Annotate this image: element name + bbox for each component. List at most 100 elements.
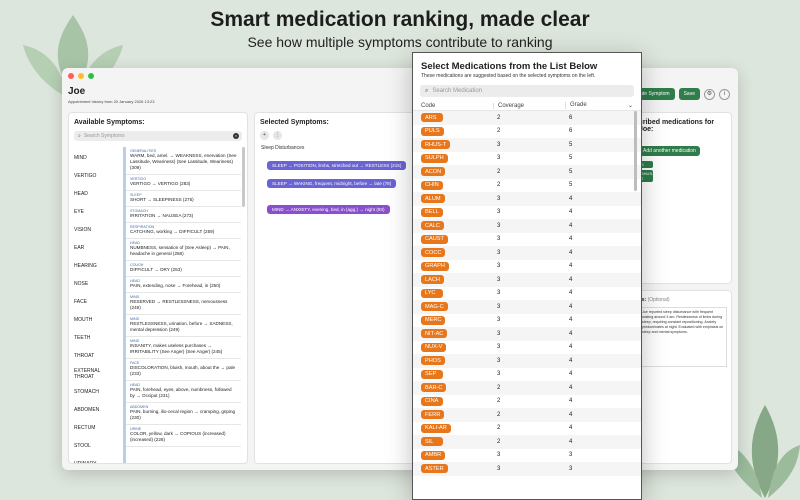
category-item[interactable]: NOSE — [69, 275, 115, 293]
medication-code[interactable]: PHOS — [421, 356, 445, 366]
gear-icon[interactable]: ⚙ — [704, 88, 715, 100]
table-row[interactable]: SEP 3 4 — [413, 368, 641, 382]
medication-code[interactable]: SIL — [421, 437, 443, 447]
medication-code[interactable]: PULS — [421, 126, 444, 136]
medication-code[interactable]: CINA — [421, 396, 443, 406]
column-code-header[interactable]: Code — [421, 103, 493, 109]
medication-code[interactable]: NUX-V — [421, 342, 447, 352]
rubric-item[interactable]: MIND INSANITY, makes useless purchases → … — [126, 337, 241, 359]
medication-code[interactable]: LYC — [421, 288, 443, 298]
category-item[interactable]: EAR — [69, 239, 115, 257]
rubric-scrollbar[interactable] — [242, 147, 245, 207]
table-row[interactable]: CINA 2 4 — [413, 395, 641, 409]
table-row[interactable]: KALI-AR 2 4 — [413, 422, 641, 436]
table-row[interactable]: GRAPH 3 4 — [413, 260, 641, 274]
medication-code[interactable]: FERR — [421, 410, 445, 420]
table-row[interactable]: SULPH 3 5 — [413, 152, 641, 166]
table-row[interactable]: BAR-C 2 4 — [413, 381, 641, 395]
table-row[interactable]: BELL 3 4 — [413, 206, 641, 220]
medication-code[interactable]: BAR-C — [421, 383, 447, 393]
table-row[interactable]: ACON 2 5 — [413, 165, 641, 179]
clear-search-icon[interactable]: × — [233, 133, 239, 139]
rubric-item[interactable]: STOMACH IRRITATION → NAUSEA (273) — [126, 207, 241, 223]
rubric-item[interactable]: MIND RESTLESSNESS, urination, before → SA… — [126, 315, 241, 337]
medication-code[interactable]: AMBR — [421, 450, 446, 460]
save-button[interactable]: Save — [678, 88, 700, 100]
category-item[interactable]: TEETH — [69, 329, 115, 347]
medication-code[interactable]: RHUS-T — [421, 140, 451, 150]
category-item[interactable]: EYE — [69, 203, 115, 221]
category-item[interactable]: MIND — [69, 149, 115, 167]
table-row[interactable]: NIT-AC 3 4 — [413, 327, 641, 341]
back-button[interactable]: ‹ — [90, 70, 93, 80]
table-row[interactable]: MERC 3 4 — [413, 314, 641, 328]
info-icon[interactable]: i — [719, 88, 730, 100]
table-row[interactable]: PHOS 3 4 — [413, 354, 641, 368]
category-item[interactable]: HEARING — [69, 257, 115, 275]
category-item[interactable]: VERTIGO — [69, 167, 115, 185]
medication-code[interactable]: SEP — [421, 369, 443, 379]
column-coverage-header[interactable]: Coverage — [493, 102, 565, 109]
table-row[interactable]: LACH 3 4 — [413, 273, 641, 287]
column-grade-header[interactable]: Grade ⌄ — [565, 102, 633, 109]
notes-textarea[interactable]: Joe reported sleep disturbance with freq… — [639, 307, 727, 367]
table-row[interactable]: CAUST 3 4 — [413, 233, 641, 247]
medication-scrollbar[interactable] — [634, 111, 637, 191]
table-row[interactable]: PULS 2 6 — [413, 125, 641, 139]
medication-code[interactable]: KALI-AR — [421, 423, 451, 433]
medication-code[interactable]: ASTER — [421, 464, 448, 474]
medication-code[interactable]: ALUM — [421, 194, 445, 204]
category-item[interactable]: FACE — [69, 293, 115, 311]
category-item[interactable]: RECTUM — [69, 419, 115, 437]
chevron-down-icon[interactable]: ⌄ — [628, 102, 633, 109]
category-item[interactable]: URINARY — [69, 455, 115, 463]
selected-symptom-chip[interactable]: SLEEP → POSITION, limbs, stretched out →… — [267, 161, 407, 170]
rubric-item[interactable]: MIND RESERVED → RESTLESSNESS, nervousness… — [126, 293, 241, 315]
rubric-item[interactable]: HEAD PAIN, forehead, eyes, above, numbnes… — [126, 381, 241, 403]
medication-code[interactable]: CAUST — [421, 234, 448, 244]
group-icon[interactable]: ⋮ — [273, 131, 282, 140]
rubric-item[interactable]: FACE DISCOLORATION, bluish, mouth, about … — [126, 359, 241, 381]
table-row[interactable]: AMBR 3 3 — [413, 449, 641, 463]
symptom-search-input[interactable]: ⌕ Search Symptoms × — [74, 131, 242, 141]
medication-code[interactable]: LACH — [421, 275, 444, 285]
table-row[interactable]: ALUM 3 4 — [413, 192, 641, 206]
rubric-item[interactable]: COUGH DIFFICULT → DRY (253) — [126, 261, 241, 277]
table-row[interactable]: LYC 3 4 — [413, 287, 641, 301]
medication-code[interactable]: BELL — [421, 207, 443, 217]
table-row[interactable]: SIL 2 4 — [413, 435, 641, 449]
rubric-item[interactable]: URINE COLOR, yellow, dark → COPIOUS (incr… — [126, 425, 241, 447]
category-item[interactable]: EXTERNAL THROAT — [69, 365, 115, 383]
rubric-item[interactable]: RESPIRATION CATCHING, working → DIFFICULT… — [126, 223, 241, 239]
medication-code[interactable]: MERC — [421, 315, 446, 325]
rubric-item[interactable]: SLEEP SHORT → SLEEPINESS (275) — [126, 191, 241, 207]
medication-code[interactable]: COCC — [421, 248, 446, 258]
medication-code[interactable]: MAG-C — [421, 302, 448, 312]
medication-code[interactable]: CALC — [421, 221, 444, 231]
category-item[interactable]: VISION — [69, 221, 115, 239]
table-row[interactable]: ARS 2 6 — [413, 111, 641, 125]
rubric-item[interactable]: ABDOMEN PAIN, burning, ilio-cecal region … — [126, 403, 241, 425]
rubric-item[interactable]: VERTIGO VERTIGO → VERTIGO (283) — [126, 175, 241, 191]
close-window-button[interactable] — [68, 73, 74, 79]
table-row[interactable]: RHUS-T 3 5 — [413, 138, 641, 152]
table-row[interactable]: NUX-V 3 4 — [413, 341, 641, 355]
table-row[interactable]: CHIN 2 5 — [413, 179, 641, 193]
medication-code[interactable]: SULPH — [421, 153, 448, 163]
minimize-window-button[interactable] — [78, 73, 84, 79]
rubric-item[interactable]: HEAD PAIN, extending, nose → Forehead, in… — [126, 277, 241, 293]
plus-icon[interactable]: + — [260, 131, 269, 140]
table-row[interactable]: COCC 3 4 — [413, 246, 641, 260]
selected-symptom-chip[interactable]: MIND → ANXIETY, evening, bed, in (agg.) … — [267, 205, 390, 214]
category-item[interactable]: STOMACH — [69, 383, 115, 401]
selected-symptom-chip[interactable]: SLEEP → WAKING, frequent, midnight, befo… — [267, 179, 397, 188]
category-item[interactable]: ABDOMEN — [69, 401, 115, 419]
table-row[interactable]: MAG-C 3 4 — [413, 300, 641, 314]
medication-code[interactable]: CHIN — [421, 180, 443, 190]
category-item[interactable]: MOUTH — [69, 311, 115, 329]
medication-code[interactable]: NIT-AC — [421, 329, 448, 339]
medication-code[interactable]: ARS — [421, 113, 443, 123]
category-item[interactable]: HEAD — [69, 185, 115, 203]
table-row[interactable]: ASTER 3 3 — [413, 462, 641, 476]
table-row[interactable]: FERR 2 4 — [413, 408, 641, 422]
